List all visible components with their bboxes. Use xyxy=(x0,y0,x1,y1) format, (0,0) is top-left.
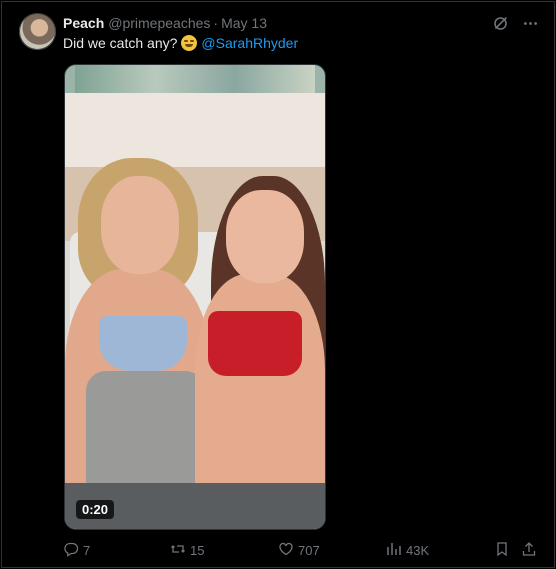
person-right-top xyxy=(208,310,302,376)
like-icon xyxy=(278,541,294,560)
bookmark-button[interactable] xyxy=(494,540,510,560)
tweet-text: Did we catch any? @SarahRhyder xyxy=(63,34,298,52)
action-bar: 7 15 707 43K xyxy=(63,540,536,560)
share-icon xyxy=(521,541,537,560)
reply-icon xyxy=(63,541,79,560)
video-duration: 0:20 xyxy=(76,500,115,519)
like-button[interactable]: 707 xyxy=(278,540,320,560)
repost-icon xyxy=(170,541,186,560)
views-icon xyxy=(386,541,402,560)
mention-link[interactable]: @SarahRhyder xyxy=(201,34,298,52)
grimacing-face-emoji xyxy=(181,35,198,51)
share-button[interactable] xyxy=(521,540,537,560)
video-player[interactable] xyxy=(64,64,326,530)
separator: · xyxy=(213,15,219,31)
person-left-top xyxy=(98,315,188,372)
user-handle[interactable]: @primepeaches xyxy=(108,15,210,31)
like-count: 707 xyxy=(298,542,320,558)
views-button[interactable]: 43K xyxy=(386,540,429,560)
reply-count: 7 xyxy=(83,542,91,558)
display-name[interactable]: Peach xyxy=(63,15,104,31)
repost-count: 15 xyxy=(190,542,205,558)
tweet-text-body: Did we catch any? xyxy=(63,35,178,51)
person-left-face xyxy=(101,176,180,274)
wall-art xyxy=(75,65,315,93)
person-right-body xyxy=(195,273,325,516)
top-actions xyxy=(491,14,539,32)
tweet-header: Peach @primepeaches · May 13 xyxy=(63,14,267,32)
tweet-date[interactable]: May 13 xyxy=(221,15,267,31)
grok-icon[interactable] xyxy=(491,14,509,32)
avatar[interactable] xyxy=(19,13,56,50)
bookmark-icon xyxy=(494,541,510,560)
more-icon[interactable] xyxy=(521,14,539,32)
person-right-face xyxy=(226,190,305,284)
reply-button[interactable]: 7 xyxy=(63,540,90,560)
views-count: 43K xyxy=(406,542,430,558)
repost-button[interactable]: 15 xyxy=(170,540,204,560)
